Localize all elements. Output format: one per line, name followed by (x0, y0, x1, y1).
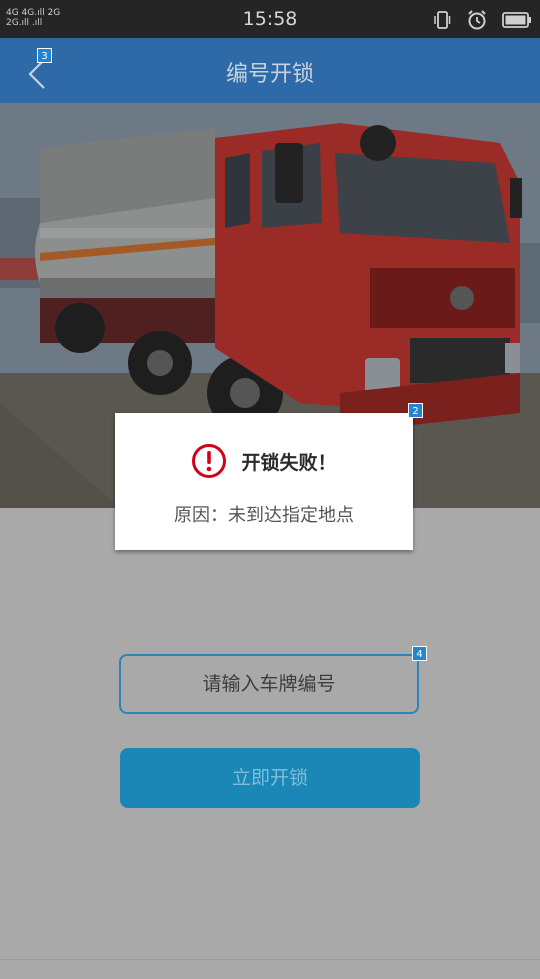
plate-number-placeholder: 请输入车牌编号 (202, 673, 336, 695)
status-icons (432, 9, 532, 31)
bottom-divider (0, 959, 540, 960)
dialog-title: 开锁失败！ (241, 451, 337, 474)
unlock-now-button[interactable]: 立即开锁 (120, 748, 420, 808)
app-header: 3 编号开锁 (0, 38, 540, 103)
unlock-failed-dialog[interactable]: 2 开锁失败！ 原因：未到达指定地点 (115, 403, 423, 550)
dialog-title-row: 开锁失败！ (115, 443, 413, 479)
plate-number-input[interactable]: 请输入车牌编号 4 (119, 646, 427, 714)
dialog-badge: 2 (408, 403, 423, 418)
vibrate-icon (434, 11, 451, 29)
page-title: 编号开锁 (225, 62, 314, 87)
warning-circle-icon (192, 444, 227, 478)
status-bar: 4G 4G.ıll 2G 2G.ıll .ıll 15:58 (0, 0, 540, 38)
alarm-icon (468, 10, 486, 30)
plate-input-badge: 4 (412, 646, 427, 661)
battery-icon (502, 12, 531, 28)
dialog-reason: 原因：未到达指定地点 (174, 505, 354, 526)
